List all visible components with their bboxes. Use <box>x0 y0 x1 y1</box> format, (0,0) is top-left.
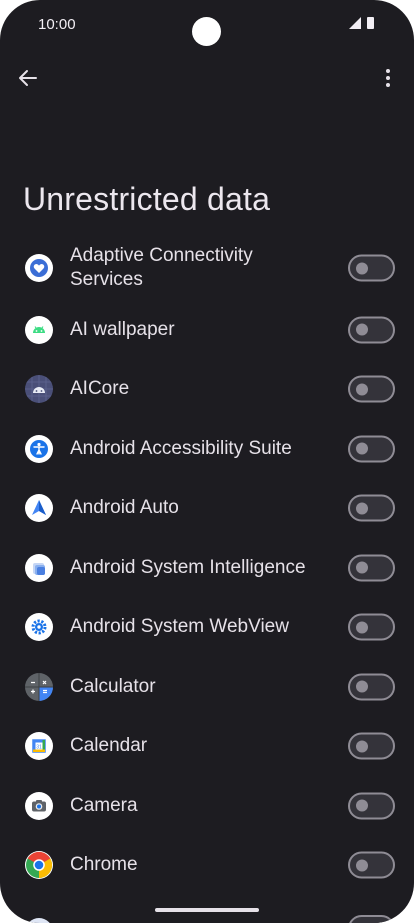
chrome-toggle[interactable] <box>348 851 395 879</box>
app-label: Camera <box>70 794 138 816</box>
camera-toggle[interactable] <box>348 792 395 820</box>
calculator-toggle[interactable] <box>348 673 395 701</box>
calculator-icon <box>25 672 53 701</box>
back-button[interactable] <box>16 66 40 90</box>
app-label: AI wallpaper <box>70 318 175 340</box>
app-bar <box>0 58 414 98</box>
ai-wallpaper-toggle[interactable] <box>348 316 395 344</box>
signal-icon <box>349 17 361 29</box>
android-robot-icon <box>25 315 53 344</box>
system-intelligence-toggle[interactable] <box>348 554 395 582</box>
list-item-system-webview[interactable]: Android System WebView <box>0 598 414 658</box>
calendar-icon: 31 <box>25 732 53 761</box>
status-bar: 10:00 <box>0 0 414 50</box>
battery-icon <box>367 17 374 29</box>
app-label: Calendar <box>70 735 148 757</box>
android-auto-toggle[interactable] <box>348 494 395 522</box>
app-label: Chrome <box>70 854 138 876</box>
webview-gear-icon <box>25 613 53 642</box>
accessibility-suite-toggle[interactable] <box>348 435 395 463</box>
adaptive-connectivity-icon <box>25 254 53 282</box>
status-icons <box>349 17 374 29</box>
app-label: Android Auto <box>70 497 179 519</box>
system-intelligence-icon <box>25 553 53 582</box>
svg-text:31: 31 <box>36 745 42 751</box>
next-app-icon <box>25 918 53 923</box>
aicore-icon <box>25 375 53 404</box>
camera-icon <box>25 791 53 820</box>
app-list: Adaptive Connectivity Services AI wallpa… <box>0 236 414 895</box>
page-title: Unrestricted data <box>23 181 271 218</box>
app-label: AICore <box>70 378 130 400</box>
more-options-button[interactable] <box>376 66 400 90</box>
list-item-ai-wallpaper[interactable]: AI wallpaper <box>0 300 414 360</box>
app-label: Adaptive Connectivity Services <box>70 245 253 290</box>
adaptive-connectivity-toggle[interactable] <box>348 254 395 282</box>
list-item-android-auto[interactable]: Android Auto <box>0 479 414 539</box>
calendar-toggle[interactable] <box>348 732 395 760</box>
status-time: 10:00 <box>38 16 76 33</box>
list-item-camera[interactable]: Camera <box>0 776 414 836</box>
list-item-aicore[interactable]: AICore <box>0 360 414 420</box>
list-item-calendar[interactable]: 31 Calendar <box>0 717 414 777</box>
accessibility-icon <box>25 434 53 463</box>
list-item-adaptive-connectivity[interactable]: Adaptive Connectivity Services <box>0 236 414 300</box>
list-item-calculator[interactable]: Calculator <box>0 657 414 717</box>
more-vert-icon <box>386 69 390 73</box>
app-label: Android System Intelligence <box>70 556 306 578</box>
phone-screen: 10:00 Unrestricted data Adaptive Connect… <box>0 0 414 923</box>
back-arrow-icon <box>19 70 37 86</box>
list-item-accessibility-suite[interactable]: Android Accessibility Suite <box>0 419 414 479</box>
home-indicator[interactable] <box>155 908 259 912</box>
app-label: Android System WebView <box>70 616 289 638</box>
chrome-icon <box>25 851 53 880</box>
aicore-toggle[interactable] <box>348 375 395 403</box>
app-label: Android Accessibility Suite <box>70 437 292 459</box>
app-label: Calculator <box>70 675 156 697</box>
android-auto-icon <box>25 494 53 523</box>
list-item-chrome[interactable]: Chrome <box>0 836 414 896</box>
front-camera-cutout <box>192 17 221 46</box>
next-app-toggle[interactable] <box>348 915 395 923</box>
list-item-system-intelligence[interactable]: Android System Intelligence <box>0 538 414 598</box>
system-webview-toggle[interactable] <box>348 613 395 641</box>
